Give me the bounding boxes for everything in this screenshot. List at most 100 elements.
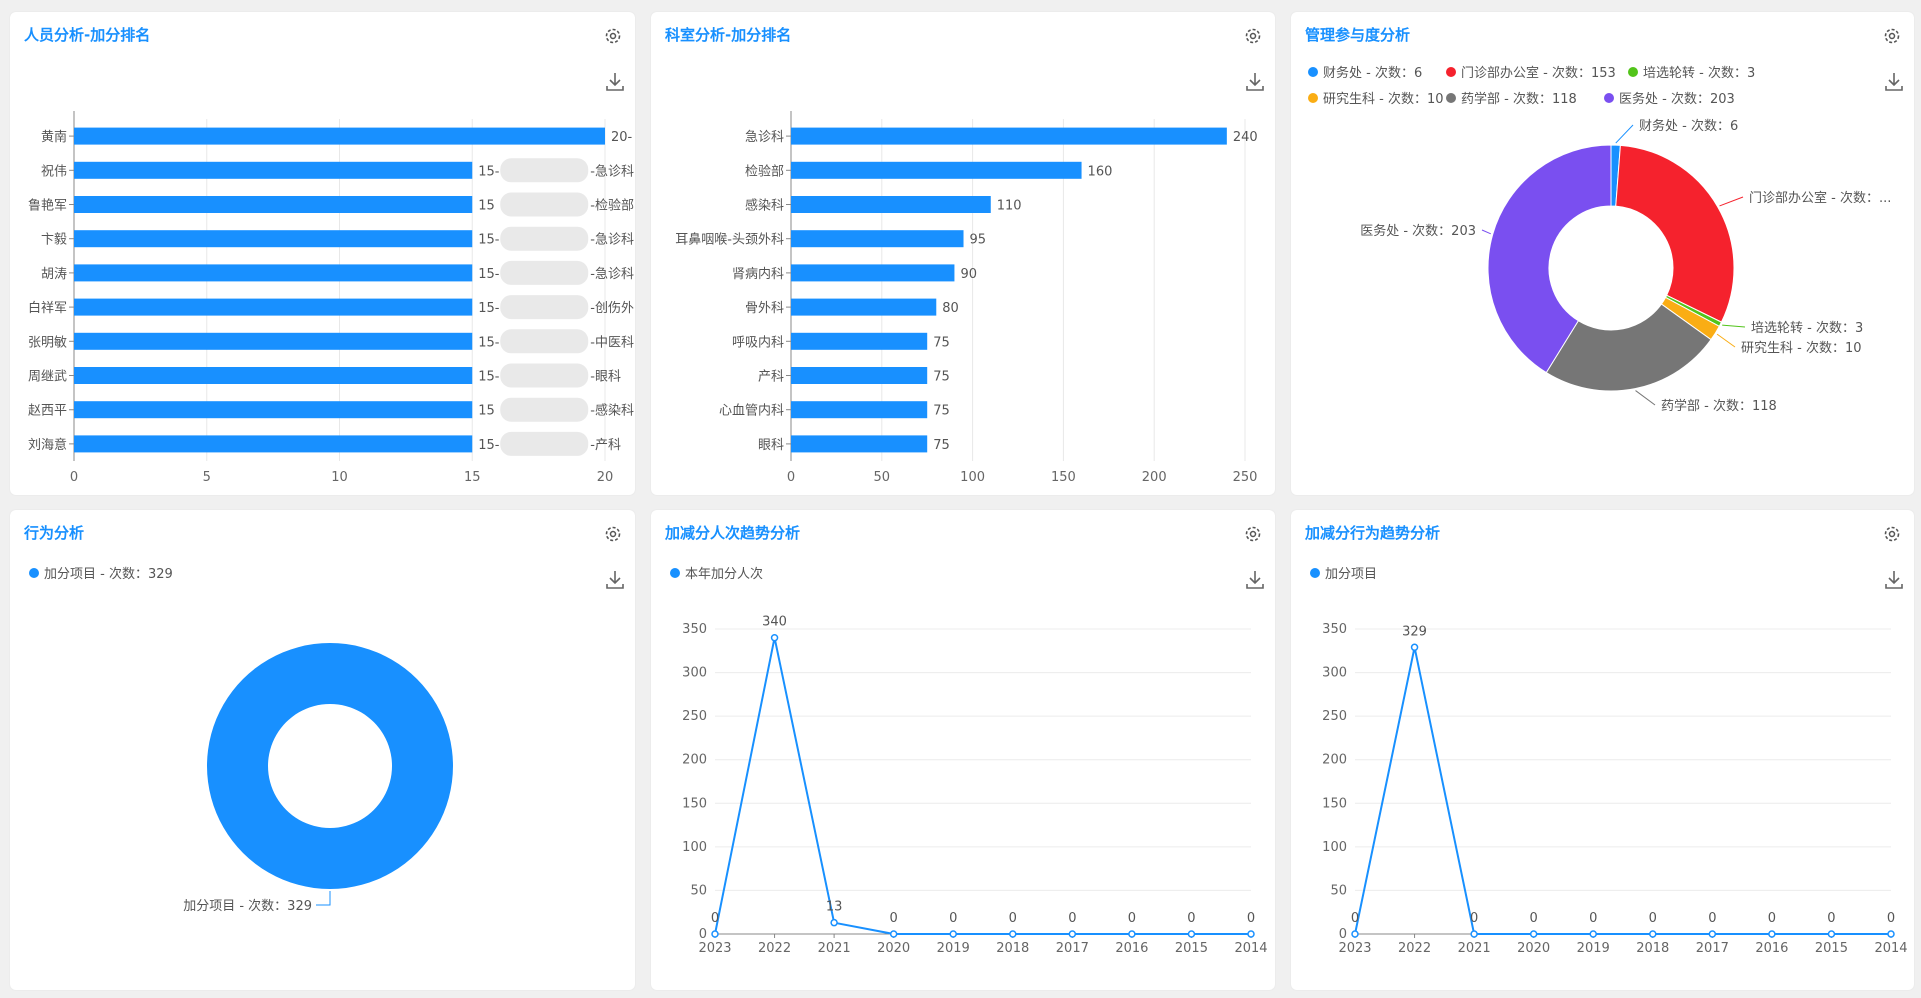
- x-tick-label: 2015: [1175, 941, 1208, 956]
- y-tick-label: 0: [1339, 927, 1347, 942]
- x-tick-label: 100: [960, 470, 985, 485]
- x-tick-label: 2019: [1577, 941, 1610, 956]
- data-label: 329: [1402, 624, 1427, 639]
- bar: [791, 401, 928, 419]
- y-tick-label: 250: [1322, 709, 1347, 724]
- data-point: [1470, 930, 1478, 938]
- x-tick-label: 2017: [1056, 941, 1089, 956]
- data-label: 110: [997, 199, 1022, 214]
- category-label: 祝伟: [41, 164, 67, 179]
- donut-chart-management: 财务处 - 次数：6 门诊部办公室 - 次数：153 培选轮转 - 次数：3 研究生科…: [1308, 65, 1891, 414]
- x-tick-label: 200: [1142, 470, 1167, 485]
- category-label: 眼科: [758, 438, 784, 453]
- data-label: 15: [478, 199, 495, 214]
- leader-line: [1716, 333, 1736, 348]
- legend-label: 医务处 - 次数：203: [1619, 91, 1735, 107]
- x-tick-label: 15: [464, 470, 481, 485]
- slice-label: 财务处 - 次数：6: [1639, 118, 1738, 134]
- data-label-suffix: -急诊科: [590, 164, 634, 179]
- legend-label: 研究生科 - 次数：10: [1323, 91, 1444, 107]
- legend-swatch: [1308, 67, 1318, 77]
- slice-label: 医务处 - 次数：203: [1360, 223, 1476, 239]
- legend-swatch: [29, 568, 39, 578]
- data-point: [1887, 930, 1895, 938]
- redacted-block: [500, 226, 589, 251]
- data-label: 0: [1827, 911, 1835, 926]
- data-point: [1009, 930, 1017, 938]
- line-chart-behavior-trend: 加分项目 0 50 100 150 200 250 300 350 2023 2022 2021 202…: [1310, 567, 1908, 956]
- redacted-block: [500, 397, 589, 422]
- data-label: 0: [1589, 911, 1597, 926]
- series-line: [714, 637, 1251, 935]
- legend-swatch: [1628, 67, 1638, 77]
- y-tick-label: 50: [690, 883, 707, 898]
- x-tick-label: 2019: [937, 941, 970, 956]
- bar: [791, 230, 964, 248]
- data-label: 0: [1470, 911, 1478, 926]
- x-tick-label: 2015: [1815, 941, 1848, 956]
- data-label: 15-: [478, 370, 500, 385]
- data-point: [770, 633, 779, 642]
- data-label: 75: [933, 438, 950, 453]
- legend-swatch: [1446, 67, 1456, 77]
- panel-behavior-analysis: 行为分析 加分项目 - 次数：329 加分项目 - 次数：329: [10, 510, 635, 990]
- data-label: 15-: [478, 335, 500, 350]
- series-line: [1354, 647, 1891, 935]
- legend-swatch: [1604, 93, 1614, 103]
- data-label: 20-: [611, 130, 633, 145]
- donut-chart-behavior: 加分项目 - 次数：329 加分项目 - 次数：329: [29, 566, 453, 914]
- slice-label: 药学部 - 次数：118: [1661, 398, 1777, 414]
- slice-label: 门诊部办公室 - 次数：...: [1749, 190, 1891, 206]
- bar: [791, 367, 928, 384]
- x-tick-label: 2014: [1234, 941, 1267, 956]
- category-label: 白祥军: [28, 300, 67, 316]
- y-tick-label: 200: [1322, 753, 1347, 768]
- data-label: 0: [1247, 911, 1255, 926]
- legend-label: 门诊部办公室 - 次数：153: [1461, 65, 1616, 81]
- y-tick-label: 250: [682, 709, 707, 724]
- slice-label: 研究生科 - 次数：10: [1741, 340, 1862, 356]
- data-label: 80: [942, 301, 959, 316]
- legend-label: 财务处 - 次数：6: [1323, 65, 1422, 81]
- legend-swatch: [1308, 93, 1318, 103]
- redacted-block: [500, 431, 589, 456]
- pie-slice: [206, 643, 453, 889]
- data-label: 90: [960, 267, 977, 282]
- legend-swatch: [1446, 93, 1456, 103]
- x-tick-label: 5: [203, 470, 211, 485]
- data-point: [889, 930, 898, 938]
- bar: [791, 127, 1227, 145]
- x-tick-label: 2016: [1755, 941, 1788, 956]
- legend-label: 加分项目: [1325, 567, 1377, 582]
- data-label: 160: [1088, 164, 1113, 179]
- x-tick-label: 2020: [877, 941, 910, 956]
- data-label: 75: [933, 404, 950, 419]
- y-tick-label: 350: [1322, 622, 1347, 637]
- data-point: [1649, 930, 1657, 938]
- category-label: 卞毅: [41, 232, 67, 248]
- data-point: [1827, 930, 1836, 938]
- legend-label: 本年加分人次: [685, 566, 763, 582]
- bar: [74, 298, 473, 316]
- redacted-block: [500, 260, 589, 285]
- data-label-suffix: -急诊科: [590, 267, 634, 282]
- data-point: [1068, 930, 1077, 938]
- data-point: [1708, 930, 1717, 938]
- data-label: 0: [1187, 911, 1195, 926]
- category-label: 肾病内科: [732, 266, 784, 282]
- legend-swatch: [1310, 568, 1320, 578]
- y-tick-label: 300: [1322, 666, 1347, 681]
- data-label: 0: [1068, 911, 1076, 926]
- bar: [74, 127, 605, 145]
- category-label: 黄南: [41, 129, 67, 145]
- x-tick-label: 0: [70, 470, 78, 485]
- data-point: [1247, 930, 1255, 938]
- x-tick-label: 2017: [1696, 941, 1729, 956]
- category-label: 胡涛: [41, 266, 67, 282]
- x-tick-label: 250: [1233, 470, 1258, 485]
- category-label: 周继武: [28, 370, 67, 385]
- category-label: 刘海意: [28, 437, 67, 453]
- legend-label: 加分项目 - 次数：329: [44, 566, 173, 582]
- x-tick-label: 2023: [1338, 941, 1371, 956]
- data-label: 0: [1009, 911, 1017, 926]
